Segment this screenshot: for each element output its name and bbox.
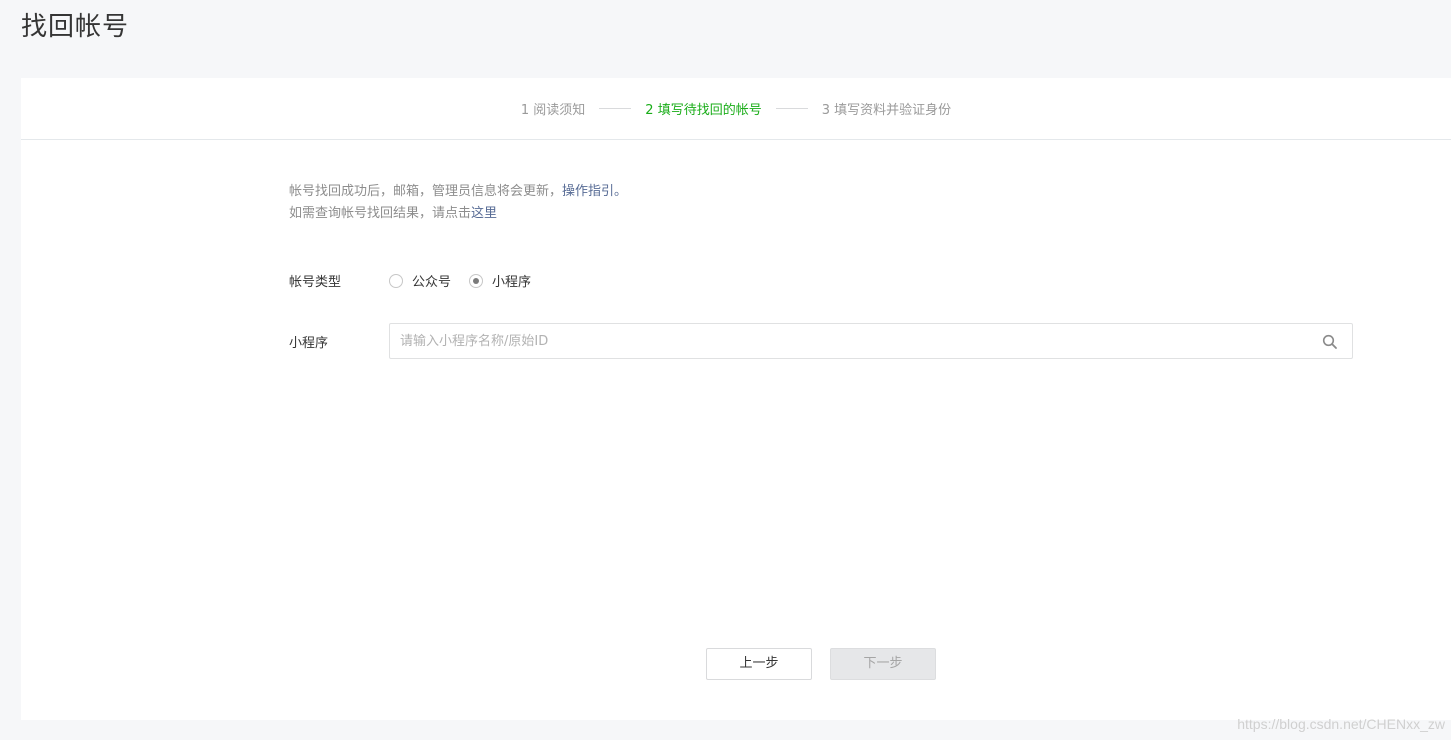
tips: 帐号找回成功后，邮箱，管理员信息将会更新，操作指引。 如需查询帐号找回结果，请点… (289, 181, 627, 225)
radio-official-account[interactable]: 公众号 (389, 271, 451, 290)
search-icon[interactable] (1322, 334, 1338, 350)
radio-label: 小程序 (492, 275, 532, 290)
radio-checked-icon[interactable] (469, 273, 484, 288)
mini-program-label: 小程序 (289, 335, 329, 351)
step-3: 3 填写资料并验证身份 (821, 103, 952, 118)
next-step-button[interactable]: 下一步 (830, 648, 936, 680)
search-input[interactable] (390, 324, 1352, 358)
step-2: 2 填写待找回的帐号 (645, 103, 762, 118)
step-divider (775, 108, 808, 109)
tip-line-1: 帐号找回成功后，邮箱，管理员信息将会更新，操作指引。 (289, 181, 627, 203)
tip-text-1: 帐号找回成功后，邮箱，管理员信息将会更新， (289, 184, 563, 199)
step-1: 1 阅读须知 (520, 103, 586, 118)
tip-line-2: 如需查询帐号找回结果，请点击这里 (289, 203, 627, 225)
watermark: https://blog.csdn.net/CHENxx_zw (1237, 716, 1445, 732)
search-box (389, 323, 1353, 359)
radio-label: 公众号 (412, 275, 452, 290)
query-result-link[interactable]: 这里 (471, 206, 497, 221)
step-indicator: 1 阅读须知 2 填写待找回的帐号 3 填写资料并验证身份 (21, 78, 1451, 140)
tip-text-2: 如需查询帐号找回结果，请点击 (289, 206, 472, 221)
mini-program-row: 小程序 (289, 323, 1353, 359)
prev-step-button[interactable]: 上一步 (706, 648, 812, 680)
page-title: 找回帐号 (21, 12, 130, 42)
guide-link[interactable]: 操作指引。 (562, 184, 627, 199)
account-type-label: 帐号类型 (289, 275, 342, 290)
account-type-row: 帐号类型 公众号 小程序 (289, 271, 549, 290)
step-divider (599, 108, 632, 109)
radio-mini-program[interactable]: 小程序 (469, 271, 531, 290)
main-card: 1 阅读须知 2 填写待找回的帐号 3 填写资料并验证身份 帐号找回成功后，邮箱… (21, 78, 1451, 720)
radio-circle-icon[interactable] (389, 273, 403, 288)
